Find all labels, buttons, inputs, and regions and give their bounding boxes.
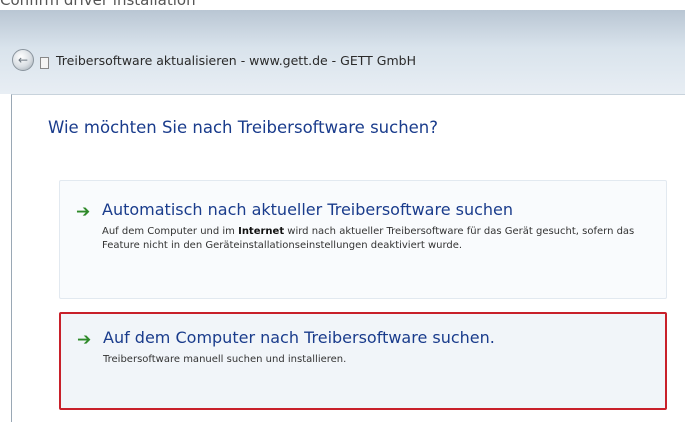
option-title: Auf dem Computer nach Treibersoftware su… <box>103 328 495 347</box>
option-browse-computer[interactable]: ➔ Auf dem Computer nach Treibersoftware … <box>59 312 667 410</box>
green-arrow-icon: ➔ <box>77 330 92 350</box>
title-bar: ← Treibersoftware aktualisieren - www.ge… <box>0 10 685 94</box>
option-description: Auf dem Computer und im Internet wird na… <box>102 226 635 251</box>
option-description: Treibersoftware manuell suchen und insta… <box>103 354 347 365</box>
device-icon <box>40 57 49 69</box>
caption-text: Confirm driver installation <box>0 0 196 9</box>
back-arrow-icon: ← <box>17 53 29 67</box>
option-search-automatically[interactable]: ➔ Automatisch nach aktueller Treibersoft… <box>59 180 667 299</box>
window-title: Treibersoftware aktualisieren - www.gett… <box>56 53 416 68</box>
back-button[interactable]: ← <box>12 49 34 71</box>
option-title: Automatisch nach aktueller Treibersoftwa… <box>102 200 514 219</box>
page-heading: Wie möchten Sie nach Treibersoftware suc… <box>48 118 439 137</box>
green-arrow-icon: ➔ <box>76 202 91 222</box>
